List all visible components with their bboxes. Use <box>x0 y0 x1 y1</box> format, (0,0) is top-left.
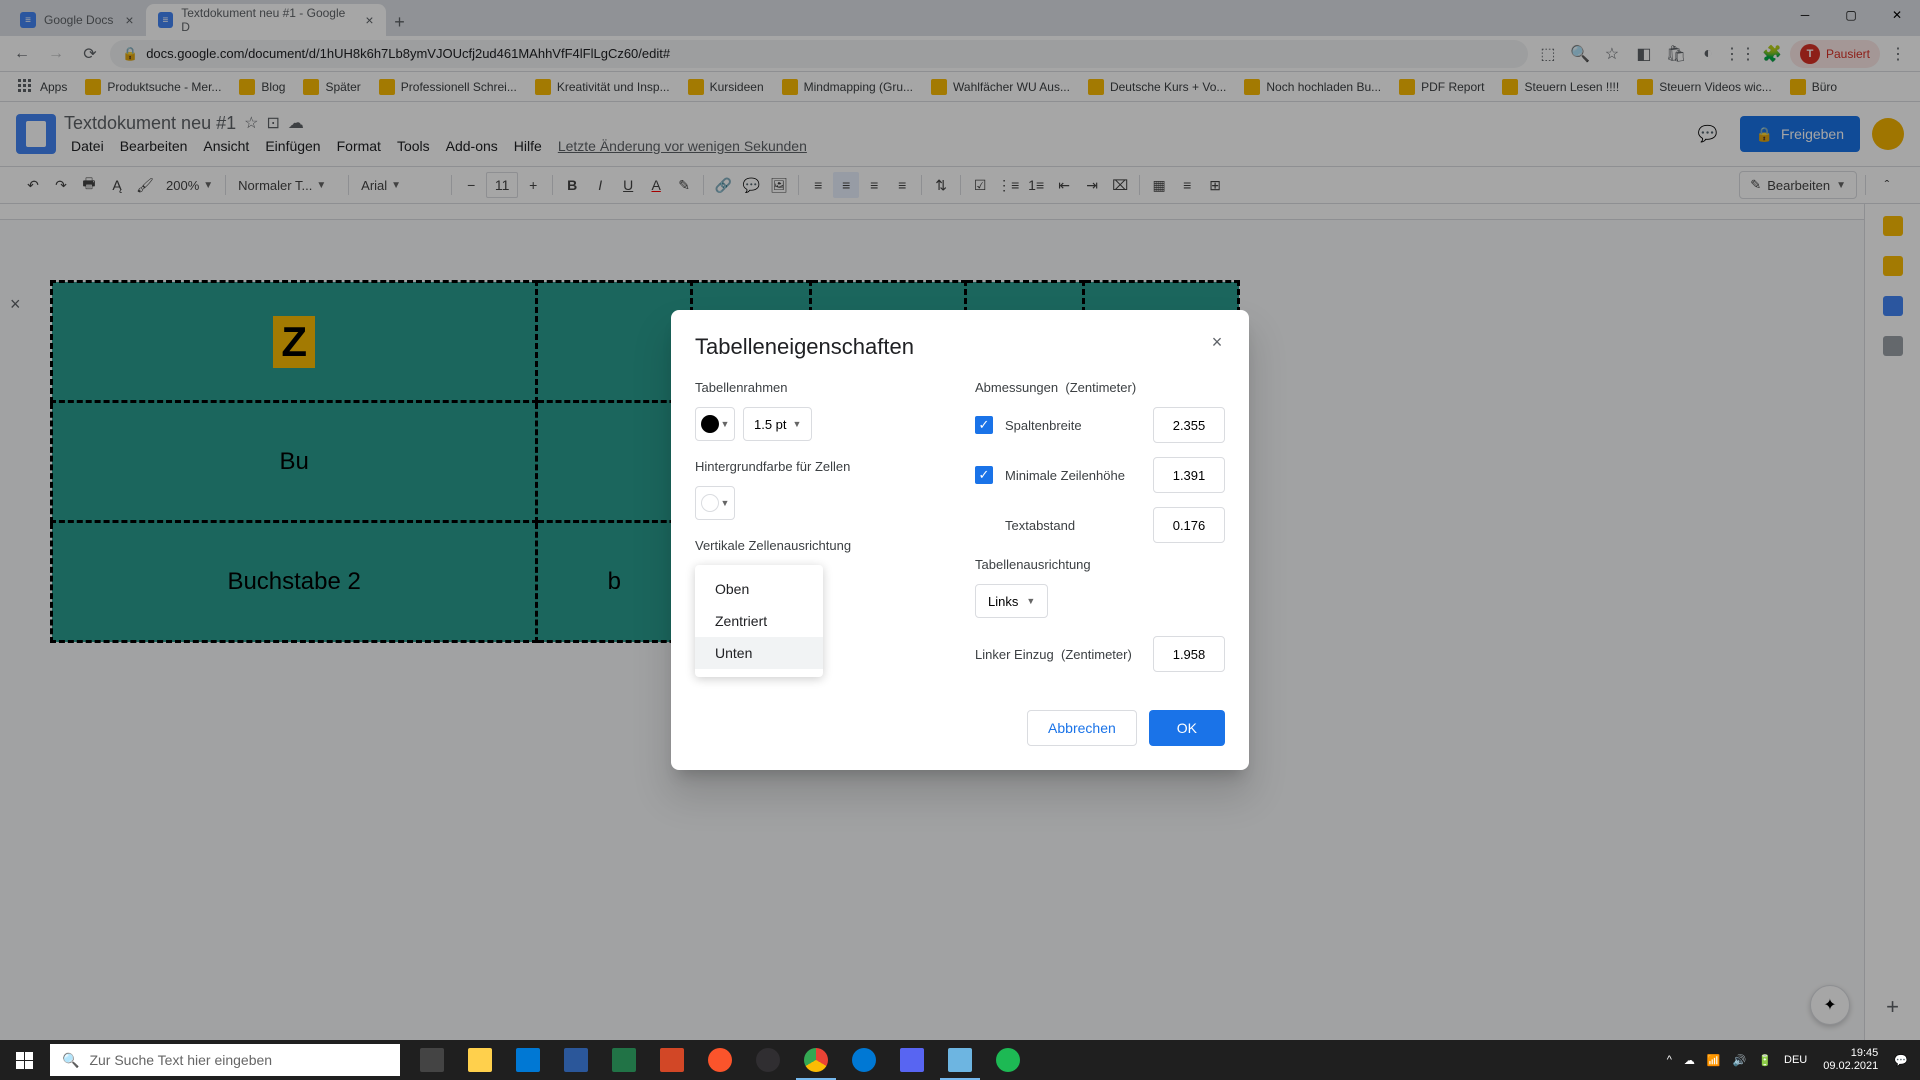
modal-overlay: Tabelleneigenschaften × Tabellenrahmen ▼… <box>0 0 1920 1080</box>
excel-button[interactable] <box>600 1040 648 1080</box>
indent-text: Linker Einzug <box>975 647 1054 662</box>
powerpoint-button[interactable] <box>648 1040 696 1080</box>
table-align-value: Links <box>988 594 1018 609</box>
battery-icon[interactable]: 🔋 <box>1754 1054 1776 1067</box>
dim-section-text: Abmessungen <box>975 380 1058 395</box>
dimensions-section-label: Abmessungen (Zentimeter) <box>975 380 1225 395</box>
chevron-down-icon: ▼ <box>721 498 730 508</box>
table-align-label: Tabellenausrichtung <box>975 557 1225 572</box>
tray-expand-icon[interactable]: ^ <box>1663 1054 1676 1066</box>
valign-option-top[interactable]: Oben <box>695 573 823 605</box>
edge-button[interactable] <box>504 1040 552 1080</box>
wifi-icon[interactable]: 📶 <box>1703 1054 1725 1067</box>
search-icon: 🔍 <box>62 1052 79 1069</box>
table-properties-dialog: Tabelleneigenschaften × Tabellenrahmen ▼… <box>671 310 1249 770</box>
valign-section-label: Vertikale Zellenausrichtung <box>695 538 945 553</box>
valign-option-bottom[interactable]: Unten <box>695 637 823 669</box>
taskbar-search[interactable]: 🔍 Zur Suche Text hier eingeben <box>50 1044 400 1076</box>
dialog-title: Tabelleneigenschaften <box>695 334 1225 360</box>
volume-icon[interactable]: 🔊 <box>1729 1054 1751 1067</box>
chevron-down-icon: ▼ <box>793 419 802 429</box>
cancel-button[interactable]: Abbrechen <box>1027 710 1137 746</box>
table-align-select[interactable]: Links ▼ <box>975 584 1048 618</box>
chevron-down-icon: ▼ <box>1026 596 1035 606</box>
clock-date: 09.02.2021 <box>1823 1060 1878 1073</box>
valign-dropdown: Oben Zentriert Unten <box>695 565 823 677</box>
column-width-label: Spaltenbreite <box>1005 418 1141 433</box>
color-swatch-icon <box>701 415 719 433</box>
onedrive-icon[interactable]: ☁ <box>1680 1054 1699 1067</box>
notifications-icon[interactable]: 💬 <box>1890 1054 1912 1067</box>
dim-unit-text: (Zentimeter) <box>1065 380 1136 395</box>
cell-padding-label: Textabstand <box>1005 518 1141 533</box>
column-width-checkbox[interactable]: ✓ <box>975 416 993 434</box>
task-view-button[interactable] <box>408 1040 456 1080</box>
edge-button-2[interactable] <box>840 1040 888 1080</box>
row-height-input[interactable] <box>1153 457 1225 493</box>
border-section-label: Tabellenrahmen <box>695 380 945 395</box>
bg-section-label: Hintergrundfarbe für Zellen <box>695 459 945 474</box>
spotify-button[interactable] <box>984 1040 1032 1080</box>
cell-padding-input[interactable] <box>1153 507 1225 543</box>
dialog-close-button[interactable]: × <box>1201 326 1233 358</box>
color-swatch-icon <box>701 494 719 512</box>
indent-label: Linker Einzug (Zentimeter) <box>975 647 1141 662</box>
check-icon: ✓ <box>979 417 990 433</box>
word-button[interactable] <box>552 1040 600 1080</box>
bg-color-picker[interactable]: ▼ <box>695 486 735 520</box>
border-color-picker[interactable]: ▼ <box>695 407 735 441</box>
column-width-input[interactable] <box>1153 407 1225 443</box>
clock-time: 19:45 <box>1823 1047 1878 1060</box>
ok-button[interactable]: OK <box>1149 710 1225 746</box>
notepad-button[interactable] <box>936 1040 984 1080</box>
row-height-checkbox[interactable]: ✓ <box>975 466 993 484</box>
indent-input[interactable] <box>1153 636 1225 672</box>
row-height-label: Minimale Zeilenhöhe <box>1005 468 1141 483</box>
start-button[interactable] <box>0 1040 48 1080</box>
search-placeholder: Zur Suche Text hier eingeben <box>89 1052 272 1068</box>
chevron-down-icon: ▼ <box>721 419 730 429</box>
windows-taskbar: 🔍 Zur Suche Text hier eingeben ^ ☁ 📶 🔊 🔋… <box>0 1040 1920 1080</box>
brave-button[interactable] <box>696 1040 744 1080</box>
valign-option-center[interactable]: Zentriert <box>695 605 823 637</box>
chrome-button[interactable] <box>792 1040 840 1080</box>
border-weight-value: 1.5 pt <box>754 417 787 432</box>
check-icon: ✓ <box>979 467 990 483</box>
taskbar-clock[interactable]: 19:45 09.02.2021 <box>1815 1047 1886 1073</box>
indent-unit: (Zentimeter) <box>1061 647 1132 662</box>
border-weight-select[interactable]: 1.5 pt ▼ <box>743 407 812 441</box>
language-indicator[interactable]: DEU <box>1780 1054 1811 1066</box>
obs-button[interactable] <box>744 1040 792 1080</box>
app-button[interactable] <box>888 1040 936 1080</box>
file-explorer-button[interactable] <box>456 1040 504 1080</box>
